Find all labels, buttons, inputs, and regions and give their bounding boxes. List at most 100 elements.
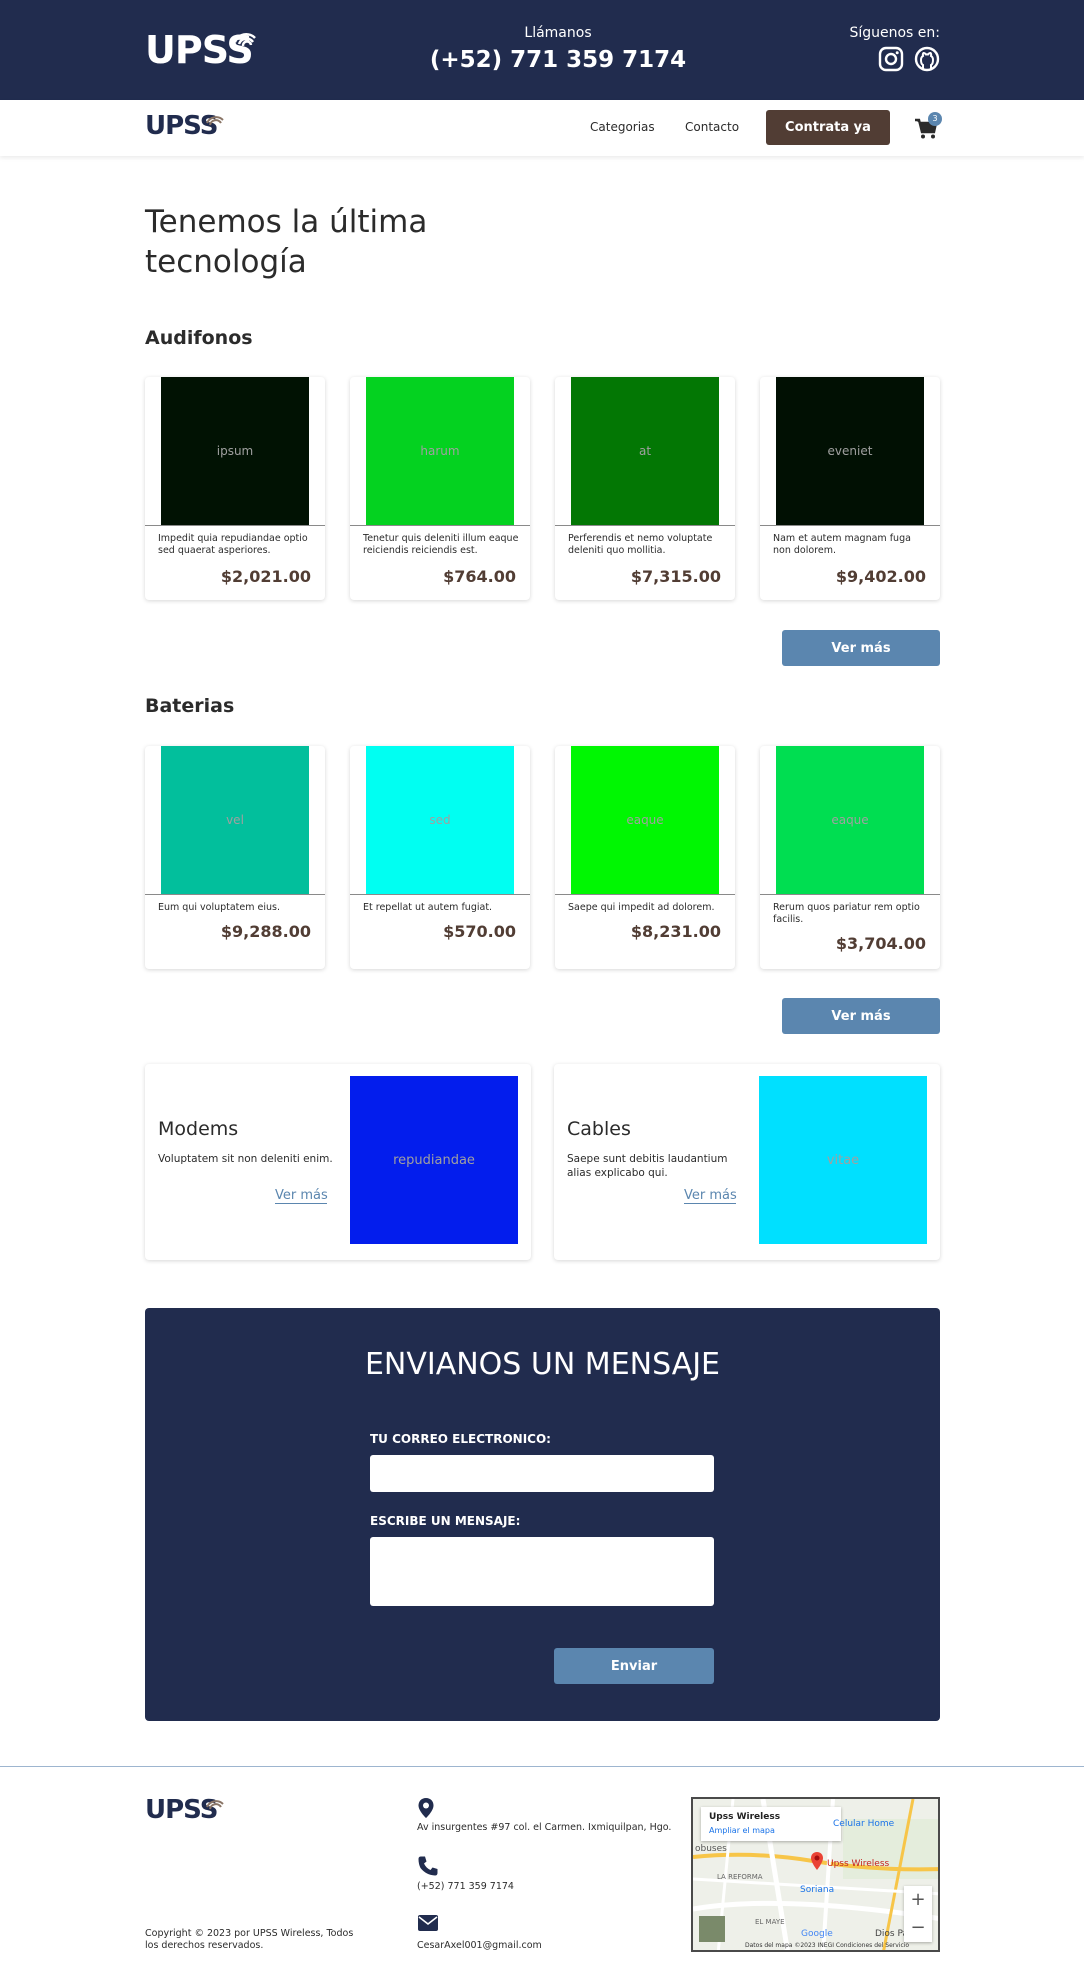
follow-block: Síguenos en:: [820, 24, 940, 72]
message-field[interactable]: [370, 1537, 714, 1606]
brand-logo[interactable]: UPSS: [145, 28, 265, 72]
location-map[interactable]: Upss Wireless Ampliar el mapa Celular Ho…: [691, 1797, 940, 1952]
category-card-modems[interactable]: Modems Voluptatem sit non deleniti enim.…: [145, 1064, 531, 1260]
product-price: $2,021.00: [220, 567, 311, 586]
divider: [350, 894, 530, 895]
contact-title: ENVIANOS UN MENSAJE: [364, 1347, 721, 1382]
map-place-name: Upss Wireless: [709, 1812, 781, 1822]
product-description: Et repellat ut autem fugiat.: [363, 902, 493, 913]
map-zoom-controls: + −: [904, 1886, 932, 1942]
category-card-cables[interactable]: Cables Saepe sunt debitis laudantium ali…: [554, 1064, 940, 1260]
map-attribution: Datos del mapa ©2023 INEGI Condiciones d…: [745, 1942, 910, 1949]
divider: [555, 894, 735, 895]
product-price: $9,402.00: [835, 567, 926, 586]
ver-mas-audifonos-button[interactable]: Ver más: [782, 630, 940, 666]
product-image[interactable]: vel: [161, 746, 309, 894]
ver-mas-link[interactable]: Ver más: [684, 1188, 737, 1204]
nav-logo[interactable]: UPSS: [145, 112, 229, 140]
map-label: Celular Home: [833, 1819, 895, 1829]
product-image[interactable]: ipsum: [161, 377, 309, 525]
nav-link-categorias[interactable]: Categorias: [590, 120, 655, 134]
product-price: $9,288.00: [220, 922, 311, 941]
product-card[interactable]: ipsum Impedit quia repudiandae optio sed…: [145, 377, 325, 600]
nav-bar: UPSS Categorias Contacto Contrata ya 3: [0, 100, 1084, 156]
product-card[interactable]: eveniet Nam et autem magnam fuga non dol…: [760, 377, 940, 600]
product-card[interactable]: eaque Saepe qui impedit ad dolorem. $8,2…: [555, 746, 735, 969]
divider: [555, 525, 735, 526]
category-title: Cables: [567, 1118, 631, 1140]
product-card[interactable]: sed Et repellat ut autem fugiat. $570.00: [350, 746, 530, 969]
mail-icon: [417, 1914, 438, 1934]
product-description: Nam et autem magnam fuga non dolorem.: [773, 533, 911, 556]
product-image[interactable]: sed: [366, 746, 514, 894]
zoom-out-button[interactable]: −: [904, 1914, 932, 1942]
nav-link-contacto[interactable]: Contacto: [685, 120, 739, 134]
footer-logo[interactable]: UPSS: [145, 1796, 229, 1824]
send-button[interactable]: Enviar: [554, 1648, 714, 1684]
category-title: Modems: [158, 1118, 239, 1140]
wifi-icon: [233, 32, 256, 47]
ver-mas-link[interactable]: Ver más: [275, 1188, 328, 1204]
map-label: LA REFORMA: [717, 1873, 763, 1881]
map-label: Google: [801, 1929, 833, 1939]
follow-label: Síguenos en:: [849, 25, 940, 41]
footer-address: Av insurgentes #97 col. el Carmen. Ixmiq…: [417, 1822, 672, 1833]
divider: [350, 525, 530, 526]
divider: [145, 894, 325, 895]
divider: [760, 525, 940, 526]
product-price: $8,231.00: [630, 922, 721, 941]
product-price: $7,315.00: [630, 567, 721, 586]
product-card[interactable]: vel Eum qui voluptatem eius. $9,288.00: [145, 746, 325, 969]
product-image[interactable]: eaque: [776, 746, 924, 894]
call-block: Llámanos (+52) 771 359 7174: [400, 22, 716, 76]
product-description: Eum qui voluptatem eius.: [158, 902, 280, 913]
product-card[interactable]: at Perferendis et nemo voluptate delenit…: [555, 377, 735, 600]
copyright: Copyright © 2023 por UPSS Wireless, Todo…: [145, 1928, 354, 1951]
category-description: Saepe sunt debitis laudantium alias expl…: [567, 1153, 728, 1179]
zoom-in-button[interactable]: +: [904, 1886, 932, 1914]
product-description: Saepe qui impedit ad dolorem.: [568, 902, 715, 913]
map-pin-icon[interactable]: [810, 1851, 824, 1875]
cart-count-badge: 3: [928, 112, 942, 126]
page-title: Tenemos la última tecnología: [145, 204, 428, 280]
category-image[interactable]: vitae: [759, 1076, 927, 1244]
map-label: Upss Wireless: [827, 1859, 890, 1869]
github-icon[interactable]: [914, 46, 940, 72]
product-image[interactable]: eaque: [571, 746, 719, 894]
divider: [760, 894, 940, 895]
product-description: Perferendis et nemo voluptate deleniti q…: [568, 533, 713, 556]
enlarge-map-link[interactable]: Ampliar el mapa: [709, 1826, 775, 1835]
product-image[interactable]: harum: [366, 377, 514, 525]
product-card[interactable]: eaque Rerum quos pariatur rem optio faci…: [760, 746, 940, 969]
section-title-audifonos: Audifonos: [145, 327, 253, 349]
product-price: $570.00: [443, 922, 516, 941]
ver-mas-baterias-button[interactable]: Ver más: [782, 998, 940, 1034]
contrata-ya-button[interactable]: Contrata ya: [766, 110, 890, 145]
product-description: Tenetur quis deleniti illum eaque reicie…: [363, 533, 519, 556]
footer-email[interactable]: CesarAxel001@gmail.com: [417, 1940, 542, 1951]
wifi-icon: [206, 1800, 224, 1810]
message-label: ESCRIBE UN MENSAJE:: [370, 1514, 521, 1528]
phone-icon: [417, 1855, 438, 1876]
product-image[interactable]: at: [571, 377, 719, 525]
footer-phone[interactable]: (+52) 771 359 7174: [417, 1881, 514, 1892]
top-bar: UPSS Llámanos (+52) 771 359 7174 Sígueno…: [0, 0, 1084, 100]
product-price: $3,704.00: [835, 934, 926, 953]
footer-divider: [0, 1766, 1084, 1767]
wifi-icon: [206, 116, 224, 126]
category-image[interactable]: repudiandae: [350, 1076, 518, 1244]
instagram-icon[interactable]: [878, 46, 904, 72]
email-label: TU CORREO ELECTRONICO:: [370, 1432, 551, 1446]
call-label: Llámanos: [524, 25, 592, 41]
product-image[interactable]: eveniet: [776, 377, 924, 525]
call-phone[interactable]: (+52) 771 359 7174: [400, 44, 716, 76]
map-label: EL MAYE: [755, 1918, 785, 1926]
product-price: $764.00: [443, 567, 516, 586]
contact-form: ENVIANOS UN MENSAJE TU CORREO ELECTRONIC…: [145, 1308, 940, 1721]
map-label: obuses: [695, 1844, 727, 1854]
divider: [145, 525, 325, 526]
category-description: Voluptatem sit non deleniti enim.: [158, 1153, 333, 1165]
social-links: [878, 46, 940, 72]
email-field[interactable]: [370, 1455, 714, 1492]
product-card[interactable]: harum Tenetur quis deleniti illum eaque …: [350, 377, 530, 600]
